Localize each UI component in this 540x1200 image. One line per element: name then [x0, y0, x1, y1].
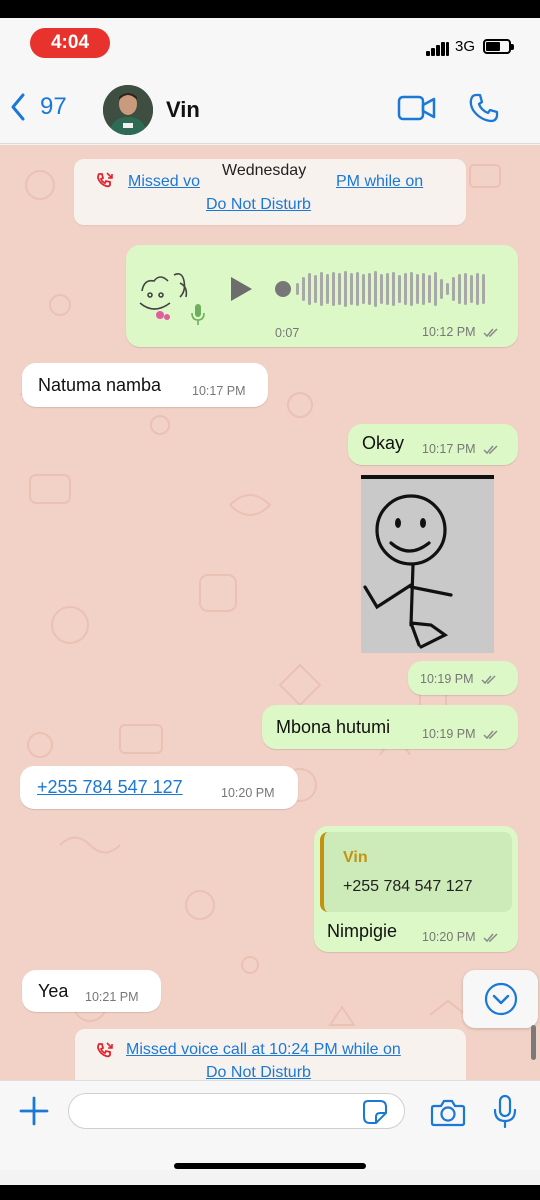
missed-call-text-start: Missed vo	[128, 173, 201, 190]
missed-call-text: Missed voice call at 10:24 PM while on	[126, 1041, 401, 1058]
scrollbar[interactable]	[531, 1025, 536, 1060]
contact-name[interactable]: Vin	[166, 97, 200, 123]
status-bar: 4:04 3G	[0, 0, 540, 74]
missed-call-text-line2: Do Not Disturb	[206, 1064, 311, 1080]
double-check-icon	[483, 730, 498, 740]
voice-message-time: 10:12 PM	[422, 325, 500, 339]
play-icon[interactable]	[228, 275, 254, 303]
message-time: 10:17 PM	[192, 384, 246, 398]
message-time: 10:20 PM	[221, 786, 275, 800]
reply-quote[interactable]: Vin +255 784 547 127	[320, 832, 512, 912]
microphone-icon	[191, 304, 205, 325]
status-bar-top	[0, 0, 540, 18]
camera-icon[interactable]	[430, 1098, 466, 1128]
voice-message[interactable]: 0:07 10:12 PM	[126, 245, 518, 347]
double-check-icon	[483, 328, 498, 338]
message-text: Natuma namba	[38, 375, 162, 395]
signal-icon	[426, 40, 450, 56]
voice-duration: 0:07	[275, 326, 300, 340]
message-text: Yea	[38, 981, 69, 1001]
message-outgoing[interactable]: Okay 10:17 PM	[348, 424, 518, 465]
phone-number-link[interactable]: +255 784 547 127	[37, 777, 183, 798]
chevron-down-icon	[484, 982, 518, 1016]
status-time: 4:04	[30, 28, 110, 58]
message-text: Okay	[362, 433, 405, 453]
plus-icon[interactable]	[18, 1095, 50, 1127]
missed-call-text-end: PM while on	[336, 173, 424, 190]
quote-text: +255 784 547 127	[343, 878, 473, 895]
microphone-icon[interactable]	[492, 1094, 518, 1130]
network-type: 3G	[455, 38, 476, 55]
message-incoming[interactable]: Natuma namba 10:17 PM	[22, 363, 268, 407]
missed-call-notice[interactable]: Missed voice call at 10:24 PM while on D…	[75, 1029, 466, 1080]
avatar[interactable]	[103, 85, 153, 135]
double-check-icon	[481, 675, 496, 685]
message-time: 10:17 PM	[422, 442, 500, 456]
message-outgoing[interactable]: Mbona hutumi 10:19 PM	[262, 705, 518, 749]
bottom-edge	[0, 1185, 540, 1200]
input-bar	[0, 1080, 540, 1170]
message-incoming[interactable]: +255 784 547 127 10:20 PM	[20, 766, 298, 809]
voice-sticker-thumbnail	[134, 259, 206, 329]
message-time: 10:21 PM	[85, 990, 139, 1004]
message-time: 10:19 PM	[420, 672, 498, 686]
scroll-to-bottom-button[interactable]	[463, 970, 538, 1028]
sticker-icon[interactable]	[362, 1099, 388, 1125]
video-camera-icon[interactable]	[397, 94, 437, 122]
voice-waveform[interactable]	[274, 269, 494, 309]
sticker-image[interactable]	[361, 475, 494, 653]
battery-icon	[483, 39, 514, 54]
chat-screen: 4:04 3G 97 Vin Missed vo PM while on Do …	[0, 0, 540, 1200]
missed-call-icon	[97, 1042, 113, 1058]
message-input[interactable]	[68, 1093, 405, 1129]
double-check-icon	[483, 933, 498, 943]
unread-count: 97	[40, 93, 67, 120]
date-chip: Wednesday	[216, 161, 313, 181]
missed-call-text-line2: Do Not Disturb	[206, 196, 311, 213]
chevron-left-icon	[11, 93, 25, 121]
chat-area[interactable]: Missed vo PM while on Do Not Disturb Wed…	[0, 145, 540, 1080]
message-outgoing-reply[interactable]: Vin +255 784 547 127 Nimpigie 10:20 PM	[314, 826, 518, 952]
message-incoming[interactable]: Yea 10:21 PM	[22, 970, 161, 1012]
quote-author: Vin	[343, 849, 368, 866]
message-text: Mbona hutumi	[276, 717, 391, 737]
back-button[interactable]: 97	[10, 92, 67, 122]
home-indicator[interactable]	[174, 1163, 366, 1169]
message-time: 10:19 PM	[422, 727, 500, 741]
message-time: 10:20 PM	[422, 930, 500, 944]
chat-header: 97 Vin	[0, 74, 540, 144]
sticker-time-chip: 10:19 PM	[408, 661, 518, 695]
message-text: Nimpigie	[327, 921, 398, 941]
double-check-icon	[483, 445, 498, 455]
phone-icon[interactable]	[468, 92, 500, 124]
missed-call-icon	[97, 172, 113, 188]
